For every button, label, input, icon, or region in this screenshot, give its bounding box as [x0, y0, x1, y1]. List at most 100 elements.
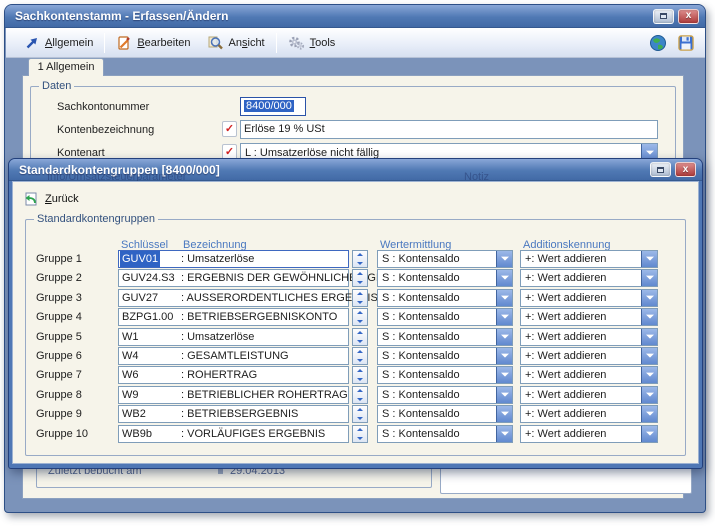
group-row: Gruppe 5 W1 : Umsatzerlöse S : Kontensal… [30, 328, 660, 346]
sachkontonummer-input[interactable]: 8400/000 [240, 97, 306, 116]
spinner-down-icon[interactable] [357, 398, 363, 401]
dropdown-arrow-icon[interactable] [641, 290, 657, 306]
spinner-up-icon[interactable] [357, 408, 363, 411]
confirmed-check-icon[interactable]: ✓ [222, 121, 237, 137]
additionskennung-select[interactable]: +: Wert addieren [520, 425, 658, 443]
wertermittlung-select[interactable]: S : Kontensaldo [377, 425, 513, 443]
spinner-down-icon[interactable] [357, 437, 363, 440]
additionskennung-value: +: Wert addieren [525, 348, 639, 364]
toolbar-item-bearbeiten[interactable]: Bearbeiten [108, 35, 198, 51]
schluessel-spinner[interactable] [352, 289, 368, 307]
additionskennung-select[interactable]: +: Wert addieren [520, 328, 658, 346]
spinner-down-icon[interactable] [357, 417, 363, 420]
toolbar-item-ansicht[interactable]: Ansicht [199, 35, 273, 51]
wertermittlung-select[interactable]: S : Kontensaldo [377, 289, 513, 307]
schluessel-spinner[interactable] [352, 366, 368, 384]
wertermittlung-select[interactable]: S : Kontensaldo [377, 269, 513, 287]
schluessel-spinner[interactable] [352, 425, 368, 443]
spinner-up-icon[interactable] [357, 428, 363, 431]
toolbar-item-tools[interactable]: Tools [280, 35, 344, 51]
spinner-up-icon[interactable] [357, 331, 363, 334]
schluessel-spinner[interactable] [352, 250, 368, 268]
dropdown-arrow-icon[interactable] [641, 251, 657, 267]
dropdown-arrow-icon[interactable] [641, 367, 657, 383]
additionskennung-value: +: Wert addieren [525, 406, 639, 422]
zurueck-button[interactable]: Zurück [17, 189, 85, 209]
schluessel-input[interactable]: W9 : BETRIEBLICHER ROHERTRAG [118, 386, 349, 404]
additionskennung-select[interactable]: +: Wert addieren [520, 386, 658, 404]
spinner-down-icon[interactable] [357, 262, 363, 265]
dialog-close-button[interactable]: x [675, 162, 696, 177]
dropdown-arrow-icon[interactable] [496, 251, 512, 267]
world-icon[interactable] [649, 34, 667, 52]
schluessel-input[interactable]: W1 : Umsatzerlöse [118, 328, 349, 346]
spinner-down-icon[interactable] [357, 378, 363, 381]
additionskennung-select[interactable]: +: Wert addieren [520, 289, 658, 307]
wertermittlung-select[interactable]: S : Kontensaldo [377, 328, 513, 346]
schluessel-spinner[interactable] [352, 328, 368, 346]
spinner-down-icon[interactable] [357, 301, 363, 304]
additionskennung-select[interactable]: +: Wert addieren [520, 269, 658, 287]
wertermittlung-value: S : Kontensaldo [382, 290, 494, 306]
dropdown-arrow-icon[interactable] [641, 309, 657, 325]
additionskennung-select[interactable]: +: Wert addieren [520, 308, 658, 326]
dropdown-arrow-icon[interactable] [496, 387, 512, 403]
schluessel-input[interactable]: GUV27 : AUSSERORDENTLICHES ERGEBNIS [118, 289, 349, 307]
spinner-up-icon[interactable] [357, 350, 363, 353]
dropdown-arrow-icon[interactable] [641, 270, 657, 286]
dropdown-arrow-icon[interactable] [496, 329, 512, 345]
spinner-down-icon[interactable] [357, 359, 363, 362]
spinner-down-icon[interactable] [357, 340, 363, 343]
dropdown-arrow-icon[interactable] [496, 367, 512, 383]
toolbar-item-allgemein[interactable]: Allgemein [16, 35, 101, 51]
dropdown-arrow-icon[interactable] [496, 309, 512, 325]
spinner-down-icon[interactable] [357, 281, 363, 284]
dropdown-arrow-icon[interactable] [496, 426, 512, 442]
schluessel-input[interactable]: WB9b : VORLÄUFIGES ERGEBNIS [118, 425, 349, 443]
dropdown-arrow-icon[interactable] [496, 406, 512, 422]
spinner-up-icon[interactable] [357, 369, 363, 372]
additionskennung-select[interactable]: +: Wert addieren [520, 366, 658, 384]
wertermittlung-select[interactable]: S : Kontensaldo [377, 405, 513, 423]
schluessel-spinner[interactable] [352, 308, 368, 326]
additionskennung-select[interactable]: +: Wert addieren [520, 405, 658, 423]
schluessel-spinner[interactable] [352, 386, 368, 404]
spinner-down-icon[interactable] [357, 320, 363, 323]
schluessel-input[interactable]: W6 : ROHERTRAG [118, 366, 349, 384]
wertermittlung-select[interactable]: S : Kontensaldo [377, 308, 513, 326]
schluessel-input[interactable]: W4 : GESAMTLEISTUNG [118, 347, 349, 365]
spinner-up-icon[interactable] [357, 389, 363, 392]
restore-button[interactable] [653, 9, 674, 24]
close-button[interactable]: x [678, 9, 699, 24]
schluessel-spinner[interactable] [352, 347, 368, 365]
schluessel-input[interactable]: BZPG1.00 : BETRIEBSERGEBNISKONTO [118, 308, 349, 326]
spinner-up-icon[interactable] [357, 272, 363, 275]
spinner-up-icon[interactable] [357, 253, 363, 256]
schluessel-input[interactable]: GUV24.S3 : ERGEBNIS DER GEWÖHNLICHEN GES [118, 269, 349, 287]
dropdown-arrow-icon[interactable] [641, 329, 657, 345]
save-icon[interactable] [677, 34, 695, 52]
dropdown-arrow-icon[interactable] [641, 387, 657, 403]
schluessel-input[interactable]: GUV01 : Umsatzerlöse [118, 250, 349, 268]
wertermittlung-select[interactable]: S : Kontensaldo [377, 386, 513, 404]
wertermittlung-select[interactable]: S : Kontensaldo [377, 250, 513, 268]
additionskennung-select[interactable]: +: Wert addieren [520, 347, 658, 365]
dropdown-arrow-icon[interactable] [496, 290, 512, 306]
tab-allgemein[interactable]: 1 Allgemein [28, 58, 104, 76]
additionskennung-select[interactable]: +: Wert addieren [520, 250, 658, 268]
zurueck-label: Zurück [45, 193, 79, 205]
schluessel-spinner[interactable] [352, 269, 368, 287]
dropdown-arrow-icon[interactable] [496, 348, 512, 364]
dropdown-arrow-icon[interactable] [641, 406, 657, 422]
kontenbezeichnung-input[interactable]: Erlöse 19 % USt [240, 120, 658, 139]
dropdown-arrow-icon[interactable] [641, 426, 657, 442]
spinner-up-icon[interactable] [357, 292, 363, 295]
spinner-up-icon[interactable] [357, 311, 363, 314]
wertermittlung-select[interactable]: S : Kontensaldo [377, 347, 513, 365]
dialog-restore-button[interactable] [650, 162, 671, 177]
dropdown-arrow-icon[interactable] [641, 348, 657, 364]
schluessel-input[interactable]: WB2 : BETRIEBSERGEBNIS [118, 405, 349, 423]
dropdown-arrow-icon[interactable] [496, 270, 512, 286]
schluessel-spinner[interactable] [352, 405, 368, 423]
wertermittlung-select[interactable]: S : Kontensaldo [377, 366, 513, 384]
